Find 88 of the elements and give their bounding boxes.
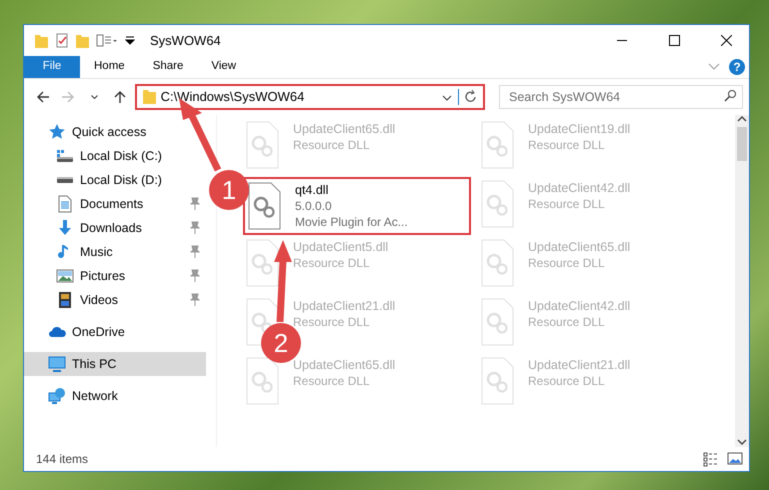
picture-icon: [56, 267, 74, 285]
file-item[interactable]: qt4.dll 5.0.0.0 Movie Plugin for Ac...: [243, 177, 471, 235]
dll-file-icon: [481, 239, 514, 287]
sidebar-item-label: This PC: [72, 356, 118, 373]
sidebar-item[interactable]: Local Disk (C:): [24, 144, 206, 168]
file-detail: Resource DLL: [293, 137, 371, 153]
file-detail: Resource DLL: [528, 255, 606, 271]
ribbon-tab[interactable]: Share: [138, 56, 198, 78]
dll-file-icon: [481, 121, 514, 169]
minimize-icon: [617, 40, 627, 41]
document-icon: [56, 195, 74, 213]
sidebar-item[interactable]: Videos: [24, 288, 206, 312]
ribbon-tab[interactable]: File: [24, 56, 80, 78]
sidebar-item[interactable]: Downloads: [24, 216, 206, 240]
large-icons-view-icon[interactable]: [727, 451, 743, 467]
address-bar[interactable]: C:\Windows\SysWOW64: [134, 84, 485, 110]
file-name: UpdateClient21.dll: [528, 357, 630, 373]
sidebar-item-label: Quick access: [72, 124, 148, 141]
window-title: SysWOW64: [150, 32, 221, 50]
dll-file-icon: [481, 298, 514, 346]
item-count: 144 items: [36, 451, 90, 468]
dll-file-icon: [246, 239, 279, 287]
dll-file-icon: [246, 121, 279, 169]
address-path: C:\Windows\SysWOW64: [160, 88, 306, 106]
file-name: UpdateClient65.dll: [528, 239, 630, 255]
properties-icon[interactable]: [96, 32, 118, 49]
close-icon: [720, 35, 732, 46]
sidebar-item[interactable]: Music: [24, 240, 206, 264]
file-name: UpdateClient19.dll: [528, 121, 630, 137]
ribbon-tab[interactable]: Home: [80, 56, 139, 78]
file-name: UpdateClient65.dll: [293, 121, 396, 137]
scroll-up-icon[interactable]: [736, 115, 748, 124]
monitor-icon: [48, 355, 66, 373]
sidebar-item-label: OneDrive: [72, 324, 126, 341]
download-arrow-icon: [56, 219, 74, 237]
network-icon: [48, 387, 66, 405]
file-detail: Resource DLL: [528, 373, 606, 389]
sidebar-item-label: Local Disk (C:): [80, 148, 163, 165]
sidebar-item-label: Music: [80, 244, 114, 261]
file-detail: 5.0.0.0: [295, 198, 333, 214]
sidebar-item-label: Downloads: [80, 220, 143, 237]
checklist-icon[interactable]: [55, 32, 69, 49]
sidebar-item[interactable]: Network: [24, 384, 206, 408]
file-name: UpdateClient21.dll: [293, 298, 396, 314]
sidebar-item[interactable]: OneDrive: [24, 320, 206, 344]
dll-file-icon: [248, 182, 281, 230]
file-detail: Resource DLL: [293, 255, 371, 271]
arrow-left-icon: [36, 91, 49, 103]
drive-icon: [57, 177, 73, 183]
arrow-up-icon: [114, 91, 126, 103]
file-name: UpdateClient42.dll: [528, 180, 630, 196]
file-detail: Resource DLL: [528, 314, 606, 330]
sidebar-item-label: Pictures: [80, 268, 126, 285]
search-icon[interactable]: [724, 90, 736, 102]
folder-icon: [142, 90, 156, 104]
ribbon-tab[interactable]: View: [197, 56, 250, 78]
dll-file-icon: [481, 357, 514, 405]
help-button[interactable]: ?: [729, 59, 745, 75]
file-detail: Resource DLL: [293, 373, 371, 389]
sidebar-item-label: Documents: [80, 196, 144, 213]
sidebar-item[interactable]: Quick access: [24, 120, 206, 144]
chevron-down-icon: [90, 95, 98, 99]
sidebar-item-label: Videos: [80, 292, 119, 309]
file-name: UpdateClient42.dll: [528, 298, 630, 314]
arrow-right-icon: [62, 91, 74, 103]
sidebar-item-label: Local Disk (D:): [80, 172, 163, 189]
sidebar-item[interactable]: This PC: [24, 352, 206, 376]
dll-file-icon: [246, 357, 279, 405]
details-view-icon[interactable]: [703, 451, 719, 467]
file-detail: Resource DLL: [528, 196, 606, 212]
drive-icon: [57, 150, 73, 162]
sidebar-item-label: Network: [72, 388, 119, 405]
dll-file-icon: [481, 180, 514, 228]
sidebar-item[interactable]: Local Disk (D:): [24, 168, 206, 192]
search-field[interactable]: Search SysWOW64: [498, 85, 743, 109]
sidebar-item[interactable]: Pictures: [24, 264, 206, 288]
file-detail: Resource DLL: [528, 137, 606, 153]
file-detail: Movie Plugin for Ac...: [295, 214, 408, 230]
file-name: qt4.dll: [295, 182, 330, 198]
star-icon: [48, 123, 66, 141]
scrollbar-thumb[interactable]: [737, 127, 747, 161]
file-name: UpdateClient5.dll: [293, 239, 388, 255]
scroll-down-icon[interactable]: [736, 438, 748, 447]
film-icon: [56, 291, 74, 309]
sidebar-item[interactable]: Documents: [24, 192, 206, 216]
step-number-marker: 1: [209, 170, 249, 210]
maximize-icon: [668, 35, 680, 46]
vertical-scrollbar[interactable]: [735, 115, 749, 447]
